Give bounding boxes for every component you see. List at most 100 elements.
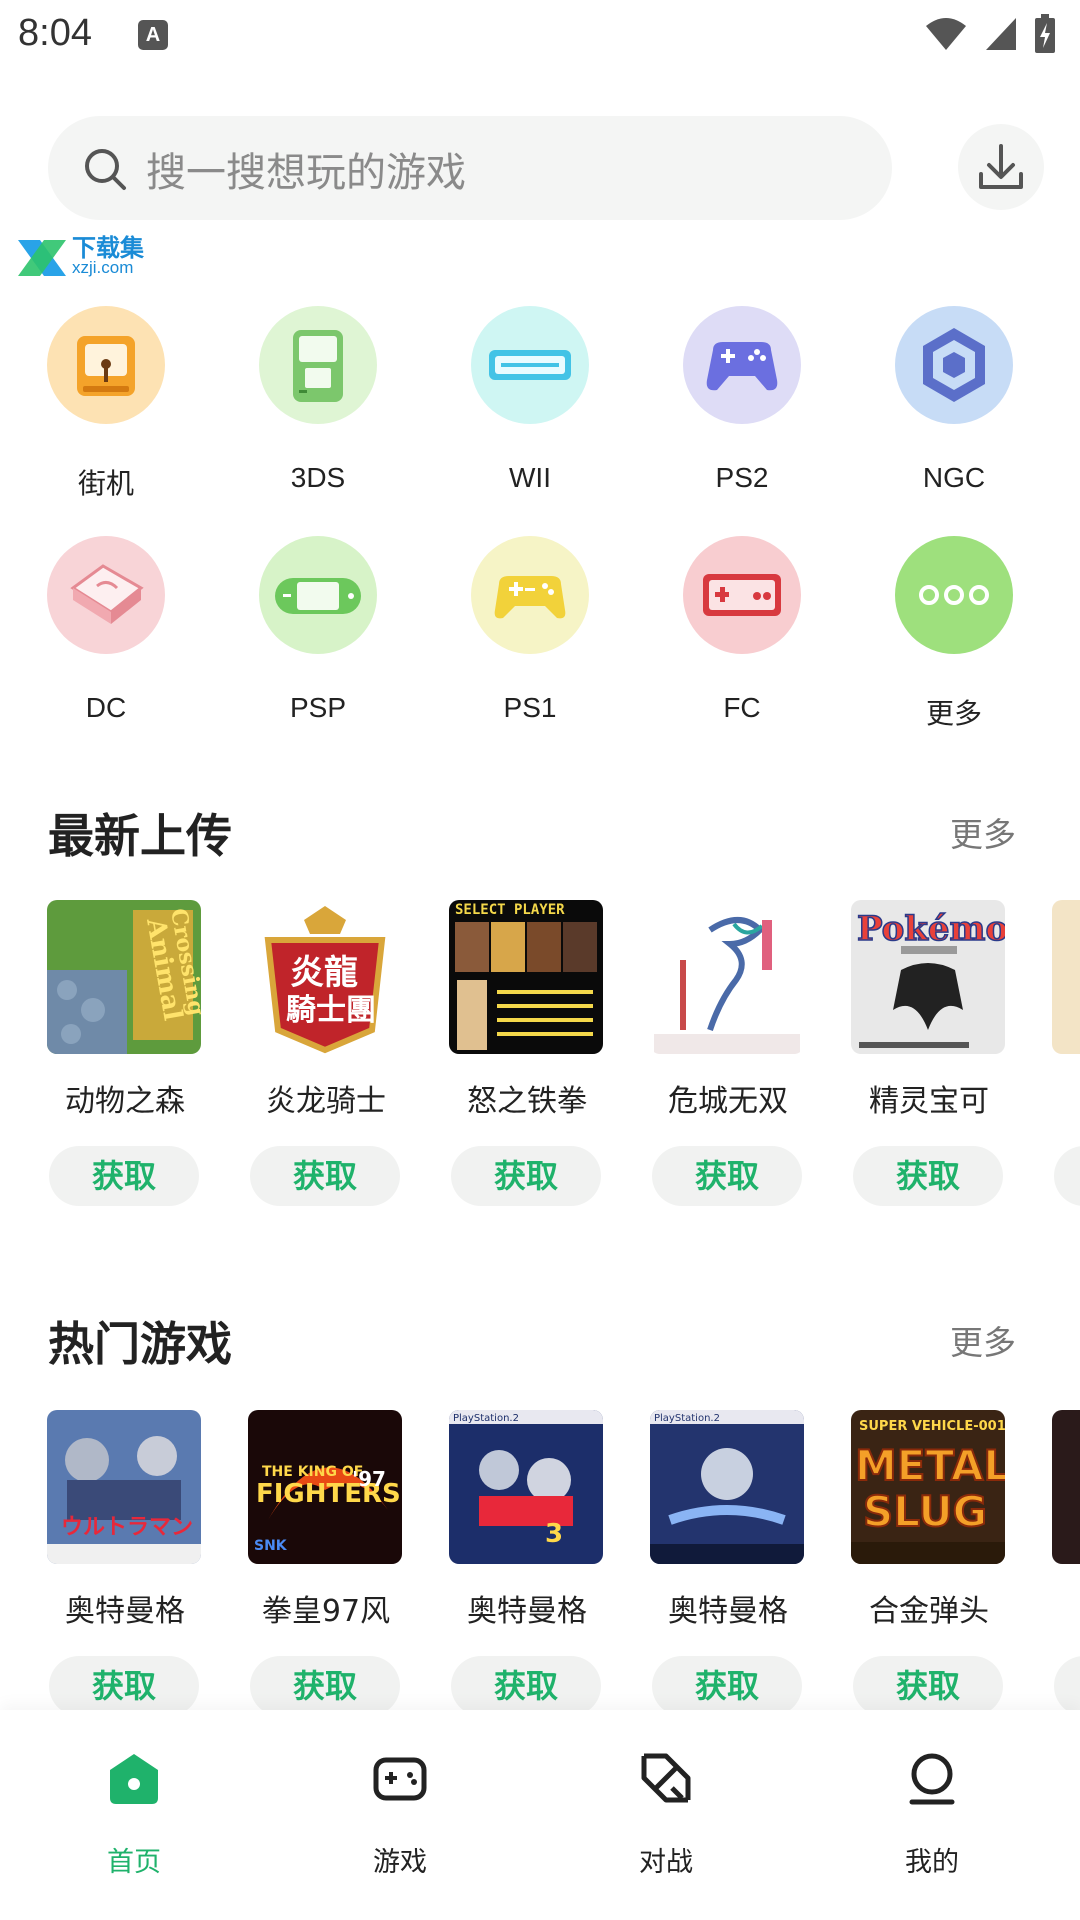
- svg-text:騎士團: 騎士團: [286, 993, 376, 1028]
- game-cover-dragon-game[interactable]: [650, 900, 804, 1054]
- section-title-hot: 热门游戏: [48, 1317, 232, 1371]
- nav-item-games[interactable]: 游戏: [330, 1748, 470, 1898]
- more-icon: [895, 536, 1013, 654]
- category-psp[interactable]: PSP: [218, 536, 418, 736]
- game-name: 危城无双: [668, 1084, 788, 1119]
- nav-item-home[interactable]: 首页: [64, 1748, 204, 1898]
- get-button[interactable]: 获取: [853, 1146, 1003, 1206]
- game-cover-ultraman-1[interactable]: ウルトラマン: [47, 1410, 201, 1564]
- game-cover-pokemon[interactable]: Pokémon: [851, 900, 1005, 1054]
- status-icons: [924, 14, 1056, 54]
- fc-icon: [683, 536, 801, 654]
- psp-icon: [259, 536, 377, 654]
- svg-text:3: 3: [545, 1519, 563, 1549]
- category-label: WII: [509, 462, 551, 493]
- download-button[interactable]: [958, 124, 1044, 210]
- game-cover-ultraman-3[interactable]: PlayStation.2 3: [449, 1410, 603, 1564]
- category-fc[interactable]: FC: [642, 536, 842, 736]
- watermark-title: 下载集: [72, 234, 144, 262]
- category-ps1[interactable]: PS1: [430, 536, 630, 736]
- nav-label-home: 首页: [107, 1847, 161, 1878]
- category-3ds[interactable]: 3DS: [218, 306, 418, 506]
- game-name: 合金弹头: [869, 1594, 989, 1629]
- svg-text:ウルトラマン: ウルトラマン: [61, 1515, 193, 1540]
- nav-label-games: 游戏: [373, 1847, 427, 1878]
- get-button-partial[interactable]: [1054, 1146, 1080, 1206]
- get-button[interactable]: 获取: [250, 1146, 400, 1206]
- get-button[interactable]: 获取: [49, 1146, 199, 1206]
- watermark-url: xzji.com: [72, 258, 134, 277]
- game-name: 奥特曼格: [668, 1594, 788, 1629]
- game-name: 奥特曼格: [467, 1594, 587, 1629]
- category-label: NGC: [922, 462, 986, 493]
- search-input[interactable]: 搜一搜想玩的游戏: [48, 116, 892, 220]
- category-more[interactable]: 更多: [854, 536, 1054, 736]
- game-cover-ultraman-rebirth[interactable]: PlayStation.2: [650, 1410, 804, 1564]
- search-placeholder: 搜一搜想玩的游戏: [146, 150, 466, 196]
- watermark-logo: 下载集 xzji.com: [14, 236, 154, 282]
- nav-label-battle: 对战: [639, 1847, 693, 1878]
- get-button[interactable]: 获取: [49, 1656, 199, 1716]
- ps1-icon: [471, 536, 589, 654]
- category-label: PS2: [715, 462, 769, 493]
- category-label: 街机: [77, 468, 134, 499]
- game-cover-metal-slug[interactable]: SUPER VEHICLE-001 METAL SLUG: [851, 1410, 1005, 1564]
- category-label: DC: [85, 692, 127, 723]
- gamepad-icon: [373, 1757, 427, 1801]
- 3ds-icon: [259, 306, 377, 424]
- game-name: 精灵宝可: [869, 1084, 989, 1119]
- get-button[interactable]: 获取: [853, 1656, 1003, 1716]
- category-ps2[interactable]: PS2: [642, 306, 842, 506]
- battery-icon: [1035, 14, 1055, 53]
- svg-text:PlayStation.2: PlayStation.2: [453, 1413, 519, 1424]
- svg-text:THE KING OF: THE KING OF: [262, 1464, 363, 1480]
- svg-text:METAL: METAL: [855, 1441, 1005, 1490]
- category-label: FC: [723, 692, 761, 723]
- get-button[interactable]: 获取: [451, 1656, 601, 1716]
- game-cover-kof97[interactable]: THE KING OF FIGHTERS '97 SNK: [248, 1410, 402, 1564]
- dc-icon: [47, 536, 165, 654]
- get-button[interactable]: 获取: [652, 1146, 802, 1206]
- latest-more-link[interactable]: 更多: [950, 808, 1016, 856]
- notification-icon: A: [138, 20, 168, 50]
- category-label: 更多: [925, 698, 982, 729]
- hot-more-link[interactable]: 更多: [950, 1316, 1016, 1364]
- svg-text:炎龍: 炎龍: [290, 953, 358, 993]
- battle-icon: [641, 1753, 691, 1803]
- svg-text:'97: '97: [352, 1467, 386, 1491]
- game-cover-streets-of-rage[interactable]: SELECT PLAYER: [449, 900, 603, 1054]
- game-name: 拳皇97风: [261, 1594, 391, 1629]
- category-ngc[interactable]: NGC: [854, 306, 1054, 506]
- watermark-x-icon: [18, 240, 66, 276]
- category-wii[interactable]: WII: [430, 306, 630, 506]
- ngc-icon: [895, 306, 1013, 424]
- ps2-icon: [683, 306, 801, 424]
- section-title-latest: 最新上传: [48, 809, 232, 863]
- svg-text:Pokémon: Pokémon: [857, 909, 1005, 949]
- hot-games-row[interactable]: ウルトラマン 奥特曼格 获取 THE KING OF FIGHTERS '97 SNK…: [0, 1410, 1080, 1740]
- svg-text:PlayStation.2: PlayStation.2: [654, 1413, 720, 1424]
- game-cover-animal-crossing[interactable]: Animal Crossing: [47, 900, 201, 1054]
- svg-text:SELECT PLAYER: SELECT PLAYER: [455, 902, 565, 918]
- get-button[interactable]: 获取: [652, 1656, 802, 1716]
- nav-item-profile[interactable]: 我的: [862, 1748, 1002, 1898]
- get-button[interactable]: 获取: [250, 1656, 400, 1716]
- nav-item-battle[interactable]: 对战: [596, 1748, 736, 1898]
- get-button-partial[interactable]: [1054, 1656, 1080, 1716]
- game-cover-partial[interactable]: [1052, 900, 1080, 1054]
- svg-text:SNK: SNK: [254, 1538, 288, 1554]
- get-button[interactable]: 获取: [451, 1146, 601, 1206]
- category-dc[interactable]: DC: [6, 536, 206, 736]
- game-name: 奥特曼格: [65, 1594, 185, 1629]
- status-bar: 8:04 A: [0, 0, 1080, 74]
- game-name: 炎龙骑士: [266, 1084, 386, 1119]
- status-time: 8:04: [18, 12, 92, 54]
- category-arcade[interactable]: 街机: [6, 306, 206, 506]
- bottom-nav: 首页 游戏 对战 我的: [0, 1710, 1080, 1920]
- nav-label-profile: 我的: [905, 1847, 959, 1878]
- game-cover-partial[interactable]: [1052, 1410, 1080, 1564]
- profile-icon: [909, 1753, 955, 1805]
- latest-games-row[interactable]: Animal Crossing 动物之森 获取 炎龍 騎士團 炎龙骑士 获取 SEL…: [0, 900, 1080, 1230]
- game-name: 动物之森: [65, 1084, 185, 1119]
- game-cover-langrisser[interactable]: 炎龍 騎士團: [248, 900, 402, 1054]
